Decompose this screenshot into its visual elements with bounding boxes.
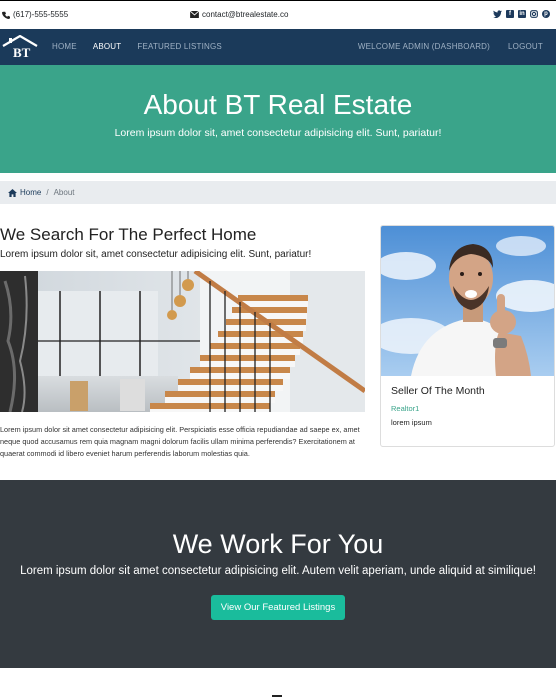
nav-right: WELCOME ADMIN (DASHBOARD) LOGOUT — [358, 42, 543, 51]
breadcrumb-current: About — [53, 188, 75, 197]
nav-home[interactable]: HOME — [52, 42, 77, 51]
facebook-icon[interactable]: f — [506, 10, 514, 18]
seller-role: Realtor1 — [391, 404, 420, 413]
home-icon — [8, 188, 17, 197]
page-title: About BT Real Estate — [143, 89, 413, 120]
hero-subtitle: Lorem ipsum dolor sit, amet consectetur … — [114, 127, 442, 139]
section-paragraph: Lorem ipsum dolor sit amet consectetur a… — [0, 425, 360, 458]
breadcrumb: Home / About — [0, 181, 556, 204]
phone-number: (617)-555-5555 — [13, 10, 69, 19]
cta-title: We Work For You — [172, 529, 384, 559]
instagram-icon[interactable] — [530, 10, 538, 18]
nav-left: HOME ABOUT FEATURED LISTINGS — [52, 42, 222, 51]
hero-banner: About BT Real Estate Lorem ipsum dolor s… — [0, 65, 556, 173]
staircase-photo — [0, 271, 365, 412]
seller-card-title: Seller Of The Month — [391, 385, 485, 397]
section-heading: We Search For The Perfect Home — [0, 225, 257, 244]
seller-text: lorem ipsum — [391, 418, 432, 427]
nav-logout[interactable]: LOGOUT — [508, 42, 543, 51]
linkedin-icon[interactable]: in — [518, 10, 526, 18]
main-navbar: BT HOME ABOUT FEATURED LISTINGS WELCOME … — [0, 29, 556, 65]
top-bar: (617)-555-5555 contact@btrealestate.co f… — [0, 0, 556, 29]
phone-icon — [2, 11, 10, 19]
cta-section: We Work For You Lorem ipsum dolor sit am… — [0, 480, 556, 668]
logo[interactable]: BT — [2, 35, 38, 59]
seller-photo — [381, 226, 554, 376]
phone-contact: (617)-555-5555 — [2, 10, 68, 19]
view-featured-listings-button[interactable]: View Our Featured Listings — [210, 595, 346, 620]
logo-text: BT — [13, 45, 31, 59]
email-address: contact@btrealestate.co — [202, 10, 289, 19]
section-subheading: Lorem ipsum dolor sit, amet consectetur … — [0, 249, 312, 260]
next-section-heading-peek — [244, 690, 284, 697]
envelope-icon — [190, 11, 199, 18]
nav-dashboard[interactable]: WELCOME ADMIN (DASHBOARD) — [358, 42, 490, 51]
email-contact[interactable]: contact@btrealestate.co — [190, 10, 288, 19]
breadcrumb-separator: / — [46, 188, 49, 197]
nav-about[interactable]: ABOUT — [93, 42, 122, 51]
cta-text: Lorem ipsum dolor sit amet consectetur a… — [20, 565, 536, 577]
social-links: f in p — [493, 10, 550, 18]
pinterest-icon[interactable]: p — [542, 10, 550, 18]
seller-card: Seller Of The Month Realtor1 lorem ipsum — [380, 225, 555, 447]
breadcrumb-home[interactable]: Home — [8, 188, 41, 197]
nav-featured-listings[interactable]: FEATURED LISTINGS — [137, 42, 222, 51]
twitter-icon[interactable] — [493, 10, 502, 18]
breadcrumb-home-label: Home — [20, 188, 42, 197]
